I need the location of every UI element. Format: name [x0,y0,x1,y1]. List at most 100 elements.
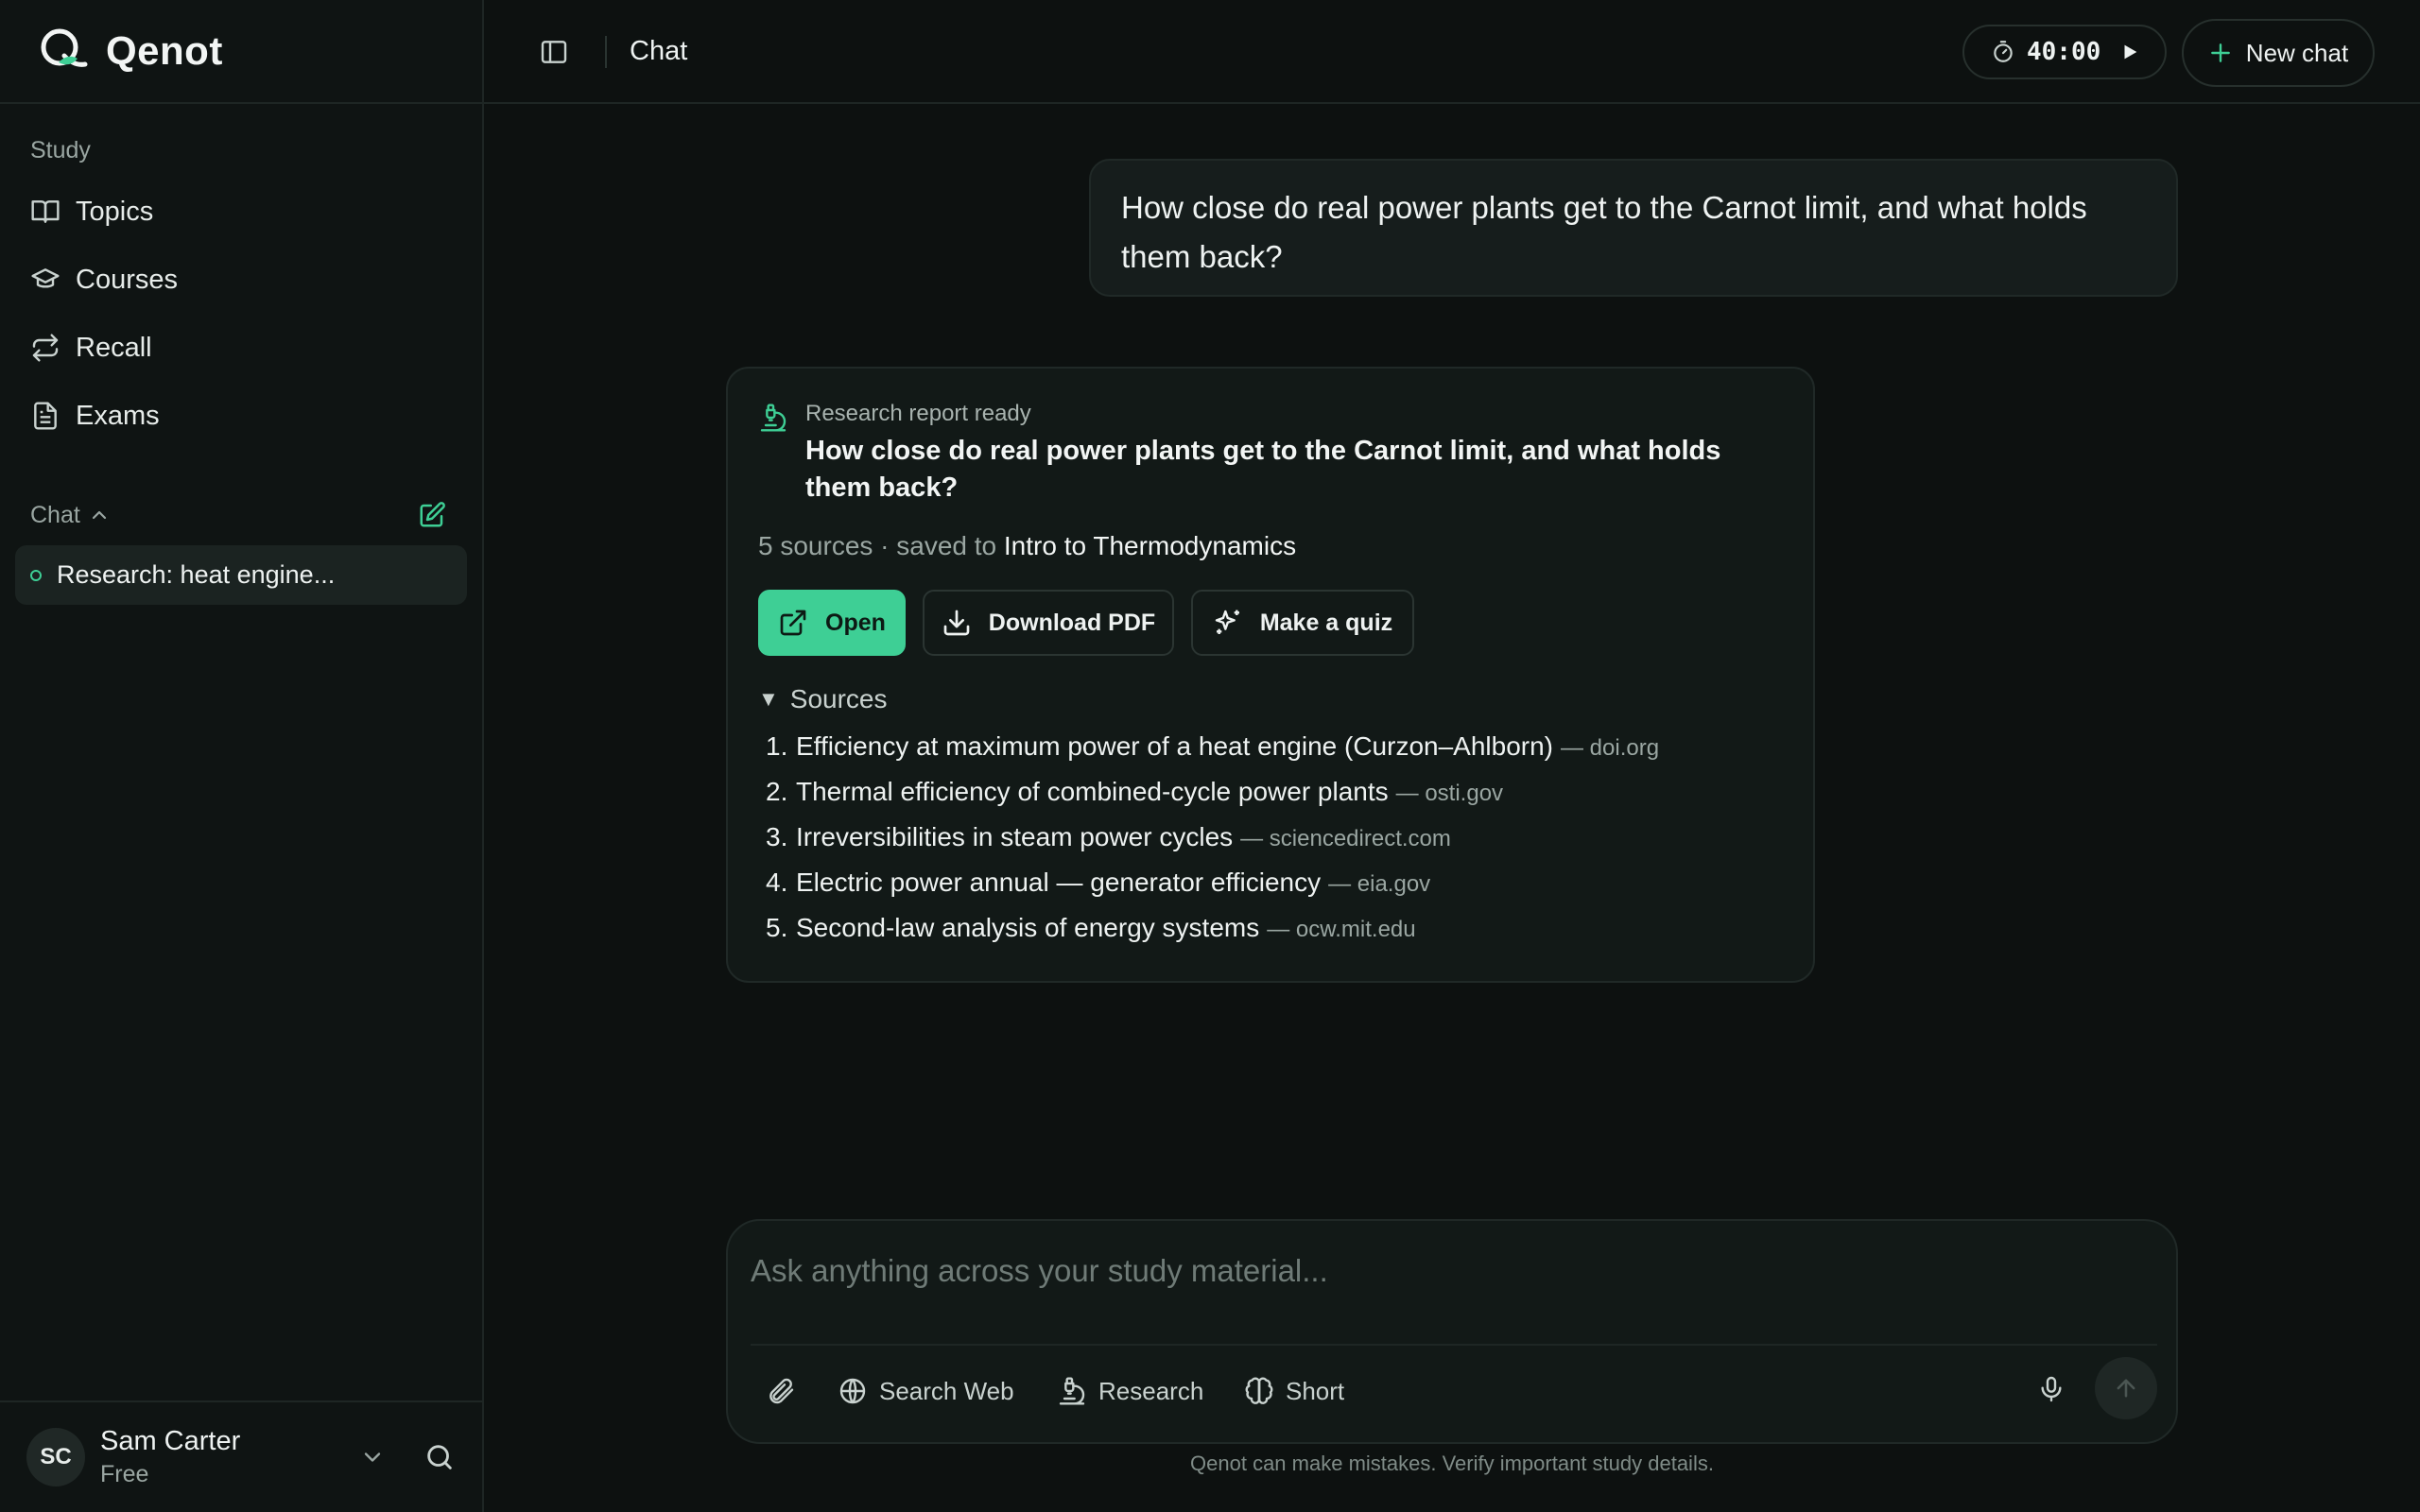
new-chat-button[interactable]: New chat [2182,19,2375,87]
book-open-icon [30,197,60,227]
attach-button[interactable] [766,1368,807,1414]
sidebar-item-courses[interactable]: Courses [30,253,178,306]
source-number: 4. [766,868,788,897]
microphone-icon[interactable] [2036,1374,2066,1404]
globe-icon [838,1376,868,1406]
brand-name: Qenot [106,28,223,73]
source-item[interactable]: 4. Electric power annual — generator eff… [766,868,1787,913]
user-name: Sam Carter [100,1426,241,1456]
chevron-down-icon[interactable] [359,1444,386,1470]
repeat-icon [30,333,60,363]
sources-list: 1. Efficiency at maximum power of a heat… [766,731,1787,958]
chat-section-toggle[interactable]: Chat [30,502,111,529]
topbar-divider [605,36,607,68]
chat-thread-label: Research: heat engine... [57,560,336,589]
research-label: Research [1098,1376,1204,1405]
graduation-cap-icon [30,265,60,295]
source-item[interactable]: 3. Irreversibilities in steam power cycl… [766,822,1787,868]
sidebar-item-label: Topics [76,196,154,227]
stopwatch-icon [1991,40,2015,64]
make-quiz-button[interactable]: Make a quiz [1191,590,1414,656]
disclaimer: Qenot can make mistakes. Verify importan… [1190,1452,1714,1475]
new-chat-compose-icon[interactable] [418,501,446,529]
sidebar: Qenot Study Topics Courses Recall Exams … [0,0,484,1512]
play-icon[interactable] [2119,42,2140,62]
sidebar-item-exams[interactable]: Exams [30,389,160,442]
user-profile[interactable]: SC Sam Carter Free [0,1400,482,1512]
report-title: How close do real power plants get to th… [805,436,1721,503]
chevron-up-icon [88,504,111,526]
sidebar-item-recall[interactable]: Recall [30,321,152,374]
message-input[interactable] [751,1246,2150,1297]
source-domain: — eia.gov [1328,871,1431,897]
caret-down-icon: ▼ [758,687,779,711]
download-label: Download PDF [988,609,1156,636]
user-message: How close do real power plants get to th… [1089,159,2178,297]
brain-icon [1244,1376,1274,1406]
research-report-card: Research report ready How close do real … [726,367,1815,983]
open-label: Open [825,609,886,636]
sources-label: Sources [789,684,888,713]
sidebar-toggle-icon[interactable] [539,37,569,67]
research-button[interactable]: Research [1057,1368,1203,1414]
source-item[interactable]: 1. Efficiency at maximum power of a heat… [766,731,1787,777]
composer-divider [751,1344,2157,1346]
download-pdf-button[interactable]: Download PDF [923,590,1174,656]
sidebar-item-label: Exams [76,400,160,431]
download-icon [942,608,972,638]
source-item[interactable]: 2. Thermal efficiency of combined-cycle … [766,777,1787,822]
user-info: Sam Carter Free [100,1426,240,1488]
short-mode-button[interactable]: Short [1244,1368,1344,1414]
study-section-label: Study [30,137,91,163]
avatar: SC [26,1428,85,1486]
make-quiz-label: Make a quiz [1259,609,1393,636]
source-number: 1. [766,731,788,761]
study-timer[interactable]: 40:00 [1962,25,2167,79]
sparkles-icon [1213,608,1243,638]
source-number: 2. [766,777,788,806]
source-title[interactable]: Electric power annual — generator effici… [796,868,1321,898]
short-label: Short [1286,1376,1345,1405]
source-title[interactable]: Second-law analysis of energy systems [796,913,1259,943]
file-text-icon [30,401,60,431]
chat-section-header: Chat [30,491,446,539]
source-domain: — doi.org [1561,735,1660,761]
search-web-label: Search Web [879,1376,1014,1405]
plus-icon [2208,41,2233,65]
source-domain: — osti.gov [1395,781,1504,806]
brand[interactable]: Qenot [0,0,482,104]
search-icon[interactable] [424,1441,456,1473]
report-meta-prefix: 5 sources · saved to [758,531,997,560]
external-link-icon [778,608,808,638]
send-button[interactable] [2095,1357,2157,1419]
sidebar-item-label: Recall [76,332,152,363]
search-web-button[interactable]: Search Web [838,1368,1014,1414]
qenot-logo-icon [36,25,89,77]
source-number: 3. [766,822,788,851]
paperclip-icon [766,1376,796,1406]
message-composer: Search Web Research Short [726,1219,2178,1444]
sidebar-item-label: Courses [76,264,178,295]
source-domain: — sciencedirect.com [1240,826,1451,851]
page-title: Chat [630,36,688,66]
source-title[interactable]: Efficiency at maximum power of a heat en… [796,731,1553,762]
arrow-up-icon [2113,1375,2139,1401]
source-number: 5. [766,913,788,942]
microscope-icon [758,403,788,433]
source-title[interactable]: Thermal efficiency of combined-cycle pow… [796,777,1389,807]
sources-toggle[interactable]: ▼ Sources [758,684,888,714]
timer-value: 40:00 [2027,38,2101,66]
sidebar-item-topics[interactable]: Topics [30,185,153,238]
source-title[interactable]: Irreversibilities in steam power cycles [796,822,1233,852]
chat-section-label: Chat [30,501,80,528]
report-course-link[interactable]: Intro to Thermodynamics [1004,531,1296,560]
new-chat-label: New chat [2245,38,2349,67]
active-dot-icon [30,569,42,581]
source-item[interactable]: 5. Second-law analysis of energy systems… [766,913,1787,958]
microscope-icon [1057,1376,1087,1406]
source-domain: — ocw.mit.edu [1267,917,1416,942]
top-bar: Chat 40:00 New chat [484,0,2420,104]
chat-thread-item[interactable]: Research: heat engine... [15,545,467,605]
report-status: Research report ready [805,401,1031,426]
open-report-button[interactable]: Open [758,590,906,656]
